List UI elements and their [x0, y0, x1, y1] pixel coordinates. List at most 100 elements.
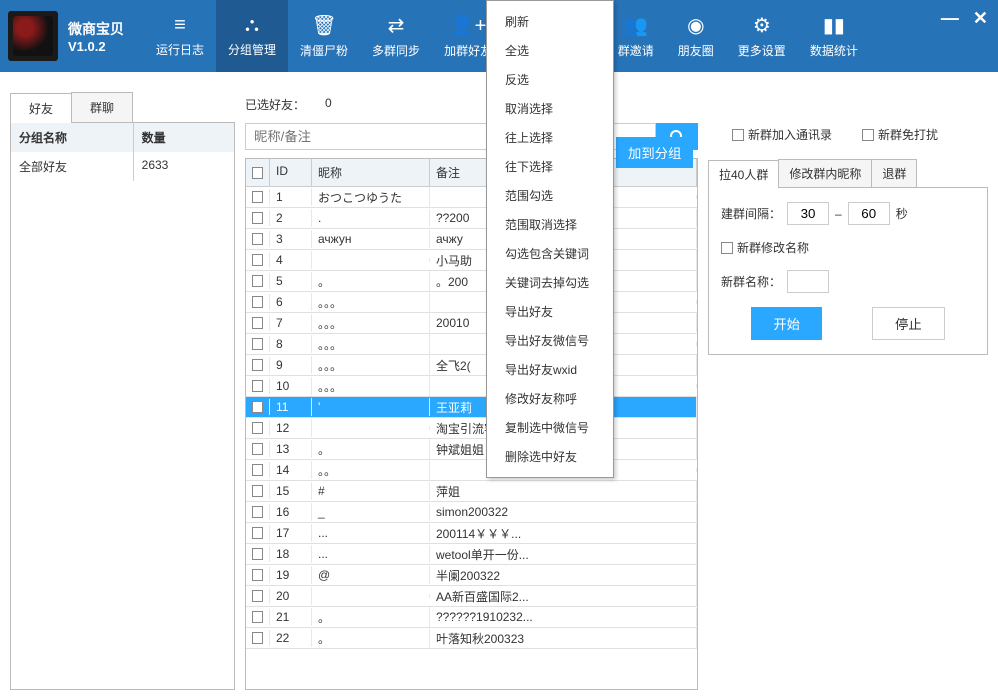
toolbar-label: 数据统计	[810, 42, 858, 59]
toolbar-label: 加群好友	[444, 42, 492, 59]
tab-pull40[interactable]: 拉40人群	[708, 160, 779, 188]
right-panel: 新群加入通讯录 新群免打扰 拉40人群 修改群内昵称 退群 建群间隔： – 秒 …	[708, 92, 988, 690]
toolbar-item-0[interactable]: ≡ 运行日志	[144, 0, 216, 72]
table-row[interactable]: 20AA新百盛国际2...	[246, 586, 697, 607]
toolbar-item-8[interactable]: ◉朋友圈	[666, 0, 726, 72]
toolbar-item-9[interactable]: ⚙ 更多设置	[726, 0, 798, 72]
action-button-row: 开始 停止	[721, 307, 975, 340]
table-row[interactable]: 22。叶落知秋200323	[246, 628, 697, 649]
context-menu-item[interactable]: 修改好友称呼	[487, 384, 613, 413]
avatar	[8, 11, 58, 61]
header-checkbox[interactable]	[246, 159, 270, 186]
app-title: 微商宝贝 V1.0.2	[68, 19, 124, 54]
context-menu-item[interactable]: 删除选中好友	[487, 442, 613, 471]
toolbar-icon: ≡	[174, 14, 186, 37]
table-row[interactable]: 6。。。	[246, 292, 697, 313]
context-menu: 刷新全选反选取消选择往上选择往下选择范围勾选范围取消选择勾选包含关键词关键词去掉…	[486, 0, 614, 478]
context-menu-item[interactable]: 往上选择	[487, 123, 613, 152]
interval-sep: –	[835, 207, 842, 221]
context-menu-item[interactable]: 复制选中微信号	[487, 413, 613, 442]
context-menu-item[interactable]: 导出好友wxid	[487, 355, 613, 384]
context-menu-item[interactable]: 刷新	[487, 7, 613, 36]
check-rename-group[interactable]: 新群修改名称	[721, 239, 809, 256]
minimize-icon[interactable]: —	[941, 8, 959, 29]
toolbar-icon: ⇄	[388, 13, 405, 38]
table-row[interactable]: 15#萍姐	[246, 481, 697, 502]
toolbar-item-10[interactable]: ▮▮ 数据统计	[798, 0, 870, 72]
right-tabs: 拉40人群 修改群内昵称 退群	[708, 159, 988, 188]
table-row[interactable]: 1おつこつゆうた	[246, 187, 697, 208]
toolbar-label: 运行日志	[156, 41, 204, 58]
table-row[interactable]: 13。钟斌姐姐 200323	[246, 439, 697, 460]
toolbar-icon: ▮▮	[823, 13, 845, 38]
table-row[interactable]: 19@半阑200322	[246, 565, 697, 586]
toolbar-item-2[interactable]: 🗑 清僵尸粉	[288, 0, 360, 72]
context-menu-item[interactable]: 勾选包含关键词	[487, 239, 613, 268]
toolbar-label: 多群同步	[372, 42, 420, 59]
tab-groups[interactable]: 群聊	[71, 92, 133, 122]
table-row[interactable]: 8。。。	[246, 334, 697, 355]
right-body: 建群间隔： – 秒 新群修改名称 新群名称： 开始 停止	[708, 188, 988, 355]
toolbar-icon: 🗑	[311, 13, 336, 38]
toolbar-icon: ⛬	[245, 14, 259, 37]
table-row[interactable]: 14。。	[246, 460, 697, 481]
toolbar-item-7[interactable]: 👥群邀请	[606, 0, 666, 72]
table-body[interactable]: 1おつこつゆうた2.??2003ачжуначжу4小马助5。。2006。。。7…	[246, 187, 697, 689]
context-menu-item[interactable]: 范围勾选	[487, 181, 613, 210]
table-row[interactable]: 5。。200	[246, 271, 697, 292]
context-menu-item[interactable]: 全选	[487, 36, 613, 65]
tab-friends[interactable]: 好友	[10, 93, 72, 123]
group-row[interactable]: 全部好友2633	[11, 152, 234, 181]
start-button[interactable]: 开始	[751, 307, 822, 340]
selected-count: 0	[325, 96, 332, 113]
context-menu-item[interactable]: 往下选择	[487, 152, 613, 181]
toolbar-label: 更多设置	[738, 42, 786, 59]
newname-row: 新群名称：	[721, 270, 975, 293]
context-menu-item[interactable]: 范围取消选择	[487, 210, 613, 239]
table-row[interactable]: 11'王亚莉	[246, 397, 697, 418]
interval-max-input[interactable]	[848, 202, 890, 225]
close-icon[interactable]: ✕	[973, 8, 988, 29]
tab-leave[interactable]: 退群	[871, 159, 917, 187]
table-row[interactable]: 3ачжуначжу	[246, 229, 697, 250]
context-menu-item[interactable]: 取消选择	[487, 94, 613, 123]
toolbar-item-1[interactable]: ⛬分组管理	[216, 0, 288, 72]
tab-rename[interactable]: 修改群内昵称	[778, 159, 872, 187]
context-menu-item[interactable]: 关键词去掉勾选	[487, 268, 613, 297]
toolbar-item-3[interactable]: ⇄ 多群同步	[360, 0, 432, 72]
table-row[interactable]: 4小马助	[246, 250, 697, 271]
app-name: 微商宝贝	[68, 19, 124, 39]
interval-min-input[interactable]	[787, 202, 829, 225]
group-header-name: 分组名称	[11, 123, 134, 152]
check-add-contacts[interactable]: 新群加入通讯录	[732, 126, 832, 143]
context-menu-item[interactable]: 导出好友微信号	[487, 326, 613, 355]
table-row[interactable]: 17...200114￥￥￥...	[246, 523, 697, 544]
toolbar-icon: ◉	[687, 13, 704, 38]
table-row[interactable]: 2.??200	[246, 208, 697, 229]
interval-sec: 秒	[896, 205, 908, 222]
table-row[interactable]: 12淘宝引流客户推...	[246, 418, 697, 439]
app-version: V1.0.2	[68, 39, 124, 54]
header-id: ID	[270, 159, 312, 186]
newname-input[interactable]	[787, 270, 829, 293]
check-no-disturb[interactable]: 新群免打扰	[862, 126, 938, 143]
table-row[interactable]: 16_simon200322	[246, 502, 697, 523]
table-row[interactable]: 7。。。20010	[246, 313, 697, 334]
table-row[interactable]: 18...wetool单开一份...	[246, 544, 697, 565]
table-row[interactable]: 21。??????1910232...	[246, 607, 697, 628]
toolbar-icon: ⚙	[753, 13, 771, 38]
table-row[interactable]: 9。。。全飞2(	[246, 355, 697, 376]
left-tabs: 好友 群聊	[10, 92, 235, 123]
toolbar-label: 清僵尸粉	[300, 42, 348, 59]
header-nick: 昵称	[312, 159, 430, 186]
table-row[interactable]: 10。。。	[246, 376, 697, 397]
window-controls: — ✕	[941, 8, 988, 29]
left-panel: 好友 群聊 分组名称 数量 全部好友2633	[10, 92, 235, 690]
stop-button[interactable]: 停止	[872, 307, 945, 340]
context-menu-item[interactable]: 反选	[487, 65, 613, 94]
newname-label: 新群名称：	[721, 273, 781, 290]
friends-table: ID 昵称 备注 1おつこつゆうた2.??2003ачжуначжу4小马助5。…	[245, 158, 698, 690]
rename-check-row: 新群修改名称	[721, 239, 975, 256]
add-to-group-button[interactable]: 加到分组	[616, 137, 693, 168]
context-menu-item[interactable]: 导出好友	[487, 297, 613, 326]
